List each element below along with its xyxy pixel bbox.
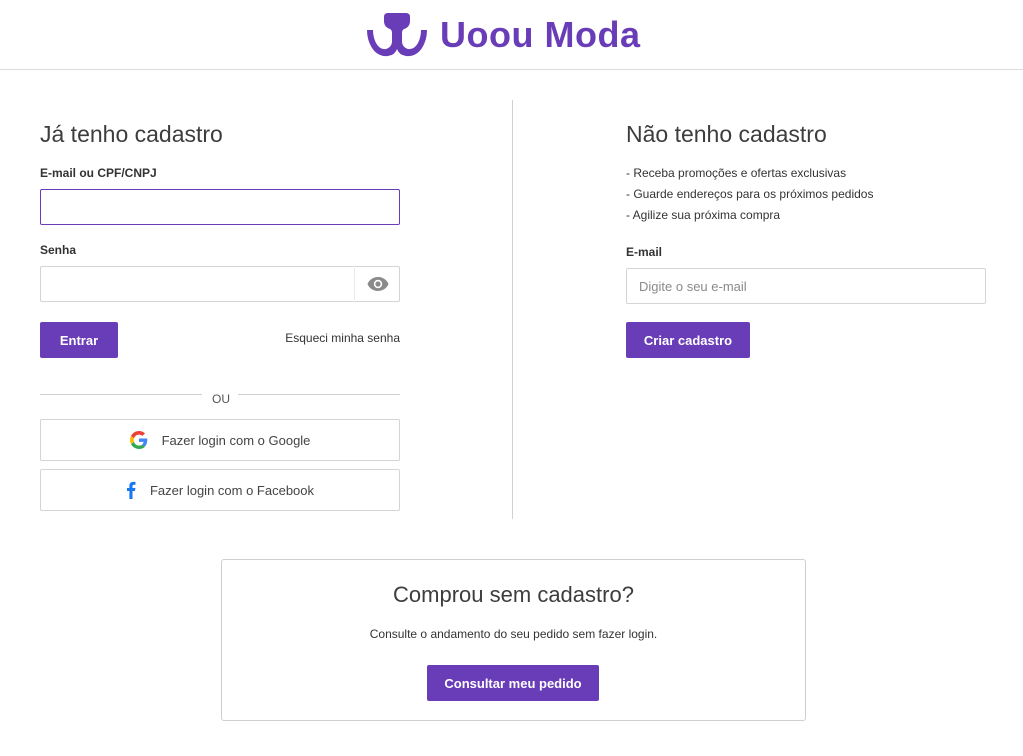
login-submit-button[interactable]: Entrar [40, 322, 118, 358]
eye-icon [367, 277, 388, 291]
guest-title: Comprou sem cadastro? [393, 582, 634, 607]
register-section: Não tenho cadastro - Receba promoções e … [626, 100, 986, 358]
password-visibility-toggle[interactable] [354, 266, 400, 302]
email-cpf-input[interactable] [40, 189, 400, 225]
register-title: Não tenho cadastro [626, 121, 827, 147]
facebook-login-button[interactable]: Fazer login com o Facebook [40, 469, 400, 511]
or-divider-right [238, 394, 400, 395]
register-email-input[interactable] [626, 268, 986, 304]
benefit-item: - Receba promoções e ofertas exclusivas [626, 166, 847, 180]
logo-mark-icon [367, 13, 427, 57]
login-section: Já tenho cadastro E-mail ou CPF/CNPJ Sen… [40, 100, 400, 511]
or-divider-left [40, 394, 202, 395]
or-label: OU [212, 392, 230, 406]
forgot-password-link[interactable]: Esqueci minha senha [285, 331, 400, 345]
google-login-button[interactable]: Fazer login com o Google [40, 419, 400, 461]
benefits-list: - Receba promoções e ofertas exclusivas … [626, 163, 873, 226]
password-input[interactable] [40, 266, 400, 302]
benefit-item: - Agilize sua próxima compra [626, 208, 781, 222]
benefit-item: - Guarde endereços para os próximos pedi… [626, 187, 874, 201]
google-login-label: Fazer login com o Google [161, 432, 311, 448]
email-label: E-mail ou CPF/CNPJ [40, 166, 157, 180]
column-divider [512, 100, 513, 519]
facebook-icon [126, 481, 136, 499]
guest-order-panel: Comprou sem cadastro? Consulte o andamen… [221, 559, 806, 721]
site-header: Uoou Moda [0, 0, 1023, 70]
brand-name: Uoou Moda [440, 14, 641, 55]
google-icon [129, 431, 148, 449]
password-field [40, 266, 400, 302]
register-email-label: E-mail [626, 245, 663, 259]
brand-logo[interactable]: Uoou Moda [366, 12, 640, 58]
check-order-button[interactable]: Consultar meu pedido [427, 665, 599, 701]
login-title: Já tenho cadastro [40, 121, 223, 147]
create-account-button[interactable]: Criar cadastro [626, 322, 750, 358]
password-label: Senha [40, 243, 77, 257]
guest-description: Consulte o andamento do seu pedido sem f… [369, 627, 658, 641]
facebook-login-label: Fazer login com o Facebook [149, 482, 315, 498]
